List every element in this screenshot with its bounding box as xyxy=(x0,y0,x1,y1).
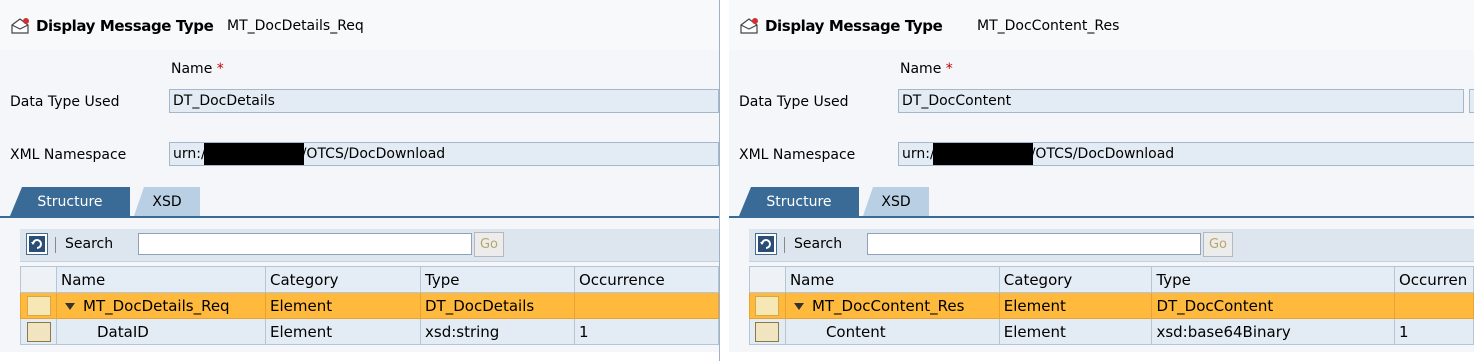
page-title-label: Display Message Type xyxy=(36,17,214,35)
bottom-strip xyxy=(0,352,719,361)
column-header-type[interactable]: Type xyxy=(420,266,575,293)
data-type-field[interactable]: DT_DocDetails xyxy=(169,89,719,113)
xml-namespace-field[interactable]: urn://OTCS/DocDownload xyxy=(169,142,719,166)
row-name-cell: MT_DocDetails_Req xyxy=(56,292,266,319)
column-header-category[interactable]: Category xyxy=(998,266,1153,293)
tab-xsd[interactable]: XSD xyxy=(134,187,200,216)
column-header-name[interactable]: Name xyxy=(56,266,266,293)
row-selector[interactable] xyxy=(749,292,786,319)
search-input[interactable] xyxy=(867,233,1201,255)
select-all-cell[interactable] xyxy=(749,266,786,293)
row-selector[interactable] xyxy=(749,318,786,345)
title-bar: Display Message Type MT_DocDetails_Req xyxy=(0,0,719,50)
row-type-cell: DT_DocContent xyxy=(1151,292,1395,319)
table-row[interactable]: MT_DocContent_Res Element DT_DocContent xyxy=(749,292,1474,319)
table-header-row: Name Category Type Occurrence xyxy=(20,266,719,293)
table-row[interactable]: MT_DocDetails_Req Element DT_DocDetails xyxy=(20,292,719,319)
refresh-glyph-icon xyxy=(29,236,45,252)
refresh-icon[interactable] xyxy=(26,233,48,255)
column-header-type[interactable]: Type xyxy=(1151,266,1395,293)
toolbar-separator xyxy=(55,237,56,253)
title-bar: Display Message Type MT_DocContent_Res xyxy=(729,0,1474,50)
row-type-cell: xsd:string xyxy=(420,318,575,345)
row-category-cell: Element xyxy=(265,292,421,319)
table-row[interactable]: Content Element xsd:base64Binary 1 xyxy=(749,318,1474,345)
expand-triangle-icon[interactable] xyxy=(65,302,75,310)
message-type-icon xyxy=(740,18,758,34)
refresh-glyph-icon xyxy=(758,236,774,252)
message-type-panel-right: Display Message Type MT_DocContent_Res N… xyxy=(729,0,1474,361)
table-header-row: Name Category Type Occurren xyxy=(749,266,1474,293)
select-all-cell[interactable] xyxy=(20,266,57,293)
row-selector[interactable] xyxy=(20,292,57,319)
expand-triangle-icon[interactable] xyxy=(793,302,804,310)
structure-table: Name Category Type Occurren MT_DocConten… xyxy=(749,266,1474,345)
search-input[interactable] xyxy=(138,233,472,255)
table-toolbar: Search Go xyxy=(749,229,1474,262)
redaction-box xyxy=(932,143,1033,165)
page-title-value: MT_DocContent_Res xyxy=(977,18,1120,34)
message-type-panel-left: Display Message Type MT_DocDetails_Req N… xyxy=(0,0,720,361)
column-header-name[interactable]: Name xyxy=(784,266,1000,293)
go-button[interactable]: Go xyxy=(474,232,504,257)
required-mark: * xyxy=(216,61,224,77)
row-occurrence-cell xyxy=(574,292,719,319)
search-label: Search xyxy=(794,236,843,252)
bottom-strip xyxy=(729,352,1474,361)
row-category-cell: Element xyxy=(998,318,1153,345)
data-type-label: Data Type Used xyxy=(739,94,849,110)
refresh-icon[interactable] xyxy=(755,233,777,255)
name-label: Name * xyxy=(171,61,224,77)
redaction-box xyxy=(203,143,304,165)
tab-strip: Structure XSD xyxy=(729,184,1474,218)
structure-table: Name Category Type Occurrence MT_DocDeta… xyxy=(20,266,719,345)
row-category-cell: Element xyxy=(998,292,1153,319)
row-name-cell: Content xyxy=(784,318,1000,345)
row-occurrence-cell: 1 xyxy=(1393,318,1474,345)
data-type-field[interactable]: DT_DocContent xyxy=(898,89,1464,113)
xml-namespace-label: XML Namespace xyxy=(10,147,127,163)
row-type-cell: DT_DocDetails xyxy=(420,292,575,319)
required-mark: * xyxy=(945,61,953,77)
row-occurrence-cell xyxy=(1393,292,1474,319)
tab-xsd[interactable]: XSD xyxy=(863,187,929,216)
page-title-label: Display Message Type xyxy=(765,17,943,35)
screenshot: Display Message Type MT_DocDetails_Req N… xyxy=(0,0,1474,361)
row-occurrence-cell: 1 xyxy=(574,318,719,345)
row-selector[interactable] xyxy=(20,318,57,345)
row-type-cell: xsd:base64Binary xyxy=(1151,318,1395,345)
xml-namespace-field[interactable]: urn://OTCS/DocDownload xyxy=(898,142,1474,166)
row-name-cell: DataID xyxy=(56,318,266,345)
column-header-occurrence[interactable]: Occurren xyxy=(1393,266,1474,293)
table-toolbar: Search Go xyxy=(20,229,719,262)
name-label: Name * xyxy=(900,61,953,77)
truncated-field[interactable] xyxy=(1469,89,1474,113)
toolbar-separator xyxy=(784,237,785,253)
go-button[interactable]: Go xyxy=(1203,232,1233,257)
tab-structure[interactable]: Structure xyxy=(10,187,130,216)
tab-strip: Structure XSD xyxy=(0,184,719,218)
search-label: Search xyxy=(65,236,114,252)
message-type-icon xyxy=(11,18,29,34)
column-header-category[interactable]: Category xyxy=(265,266,421,293)
xml-namespace-label: XML Namespace xyxy=(739,147,856,163)
data-type-label: Data Type Used xyxy=(10,94,120,110)
column-header-occurrence[interactable]: Occurrence xyxy=(574,266,719,293)
page-title-value: MT_DocDetails_Req xyxy=(227,18,364,34)
table-row[interactable]: DataID Element xsd:string 1 xyxy=(20,318,719,345)
row-category-cell: Element xyxy=(265,318,421,345)
row-name-cell: MT_DocContent_Res xyxy=(784,292,1000,319)
tab-structure[interactable]: Structure xyxy=(739,187,859,216)
